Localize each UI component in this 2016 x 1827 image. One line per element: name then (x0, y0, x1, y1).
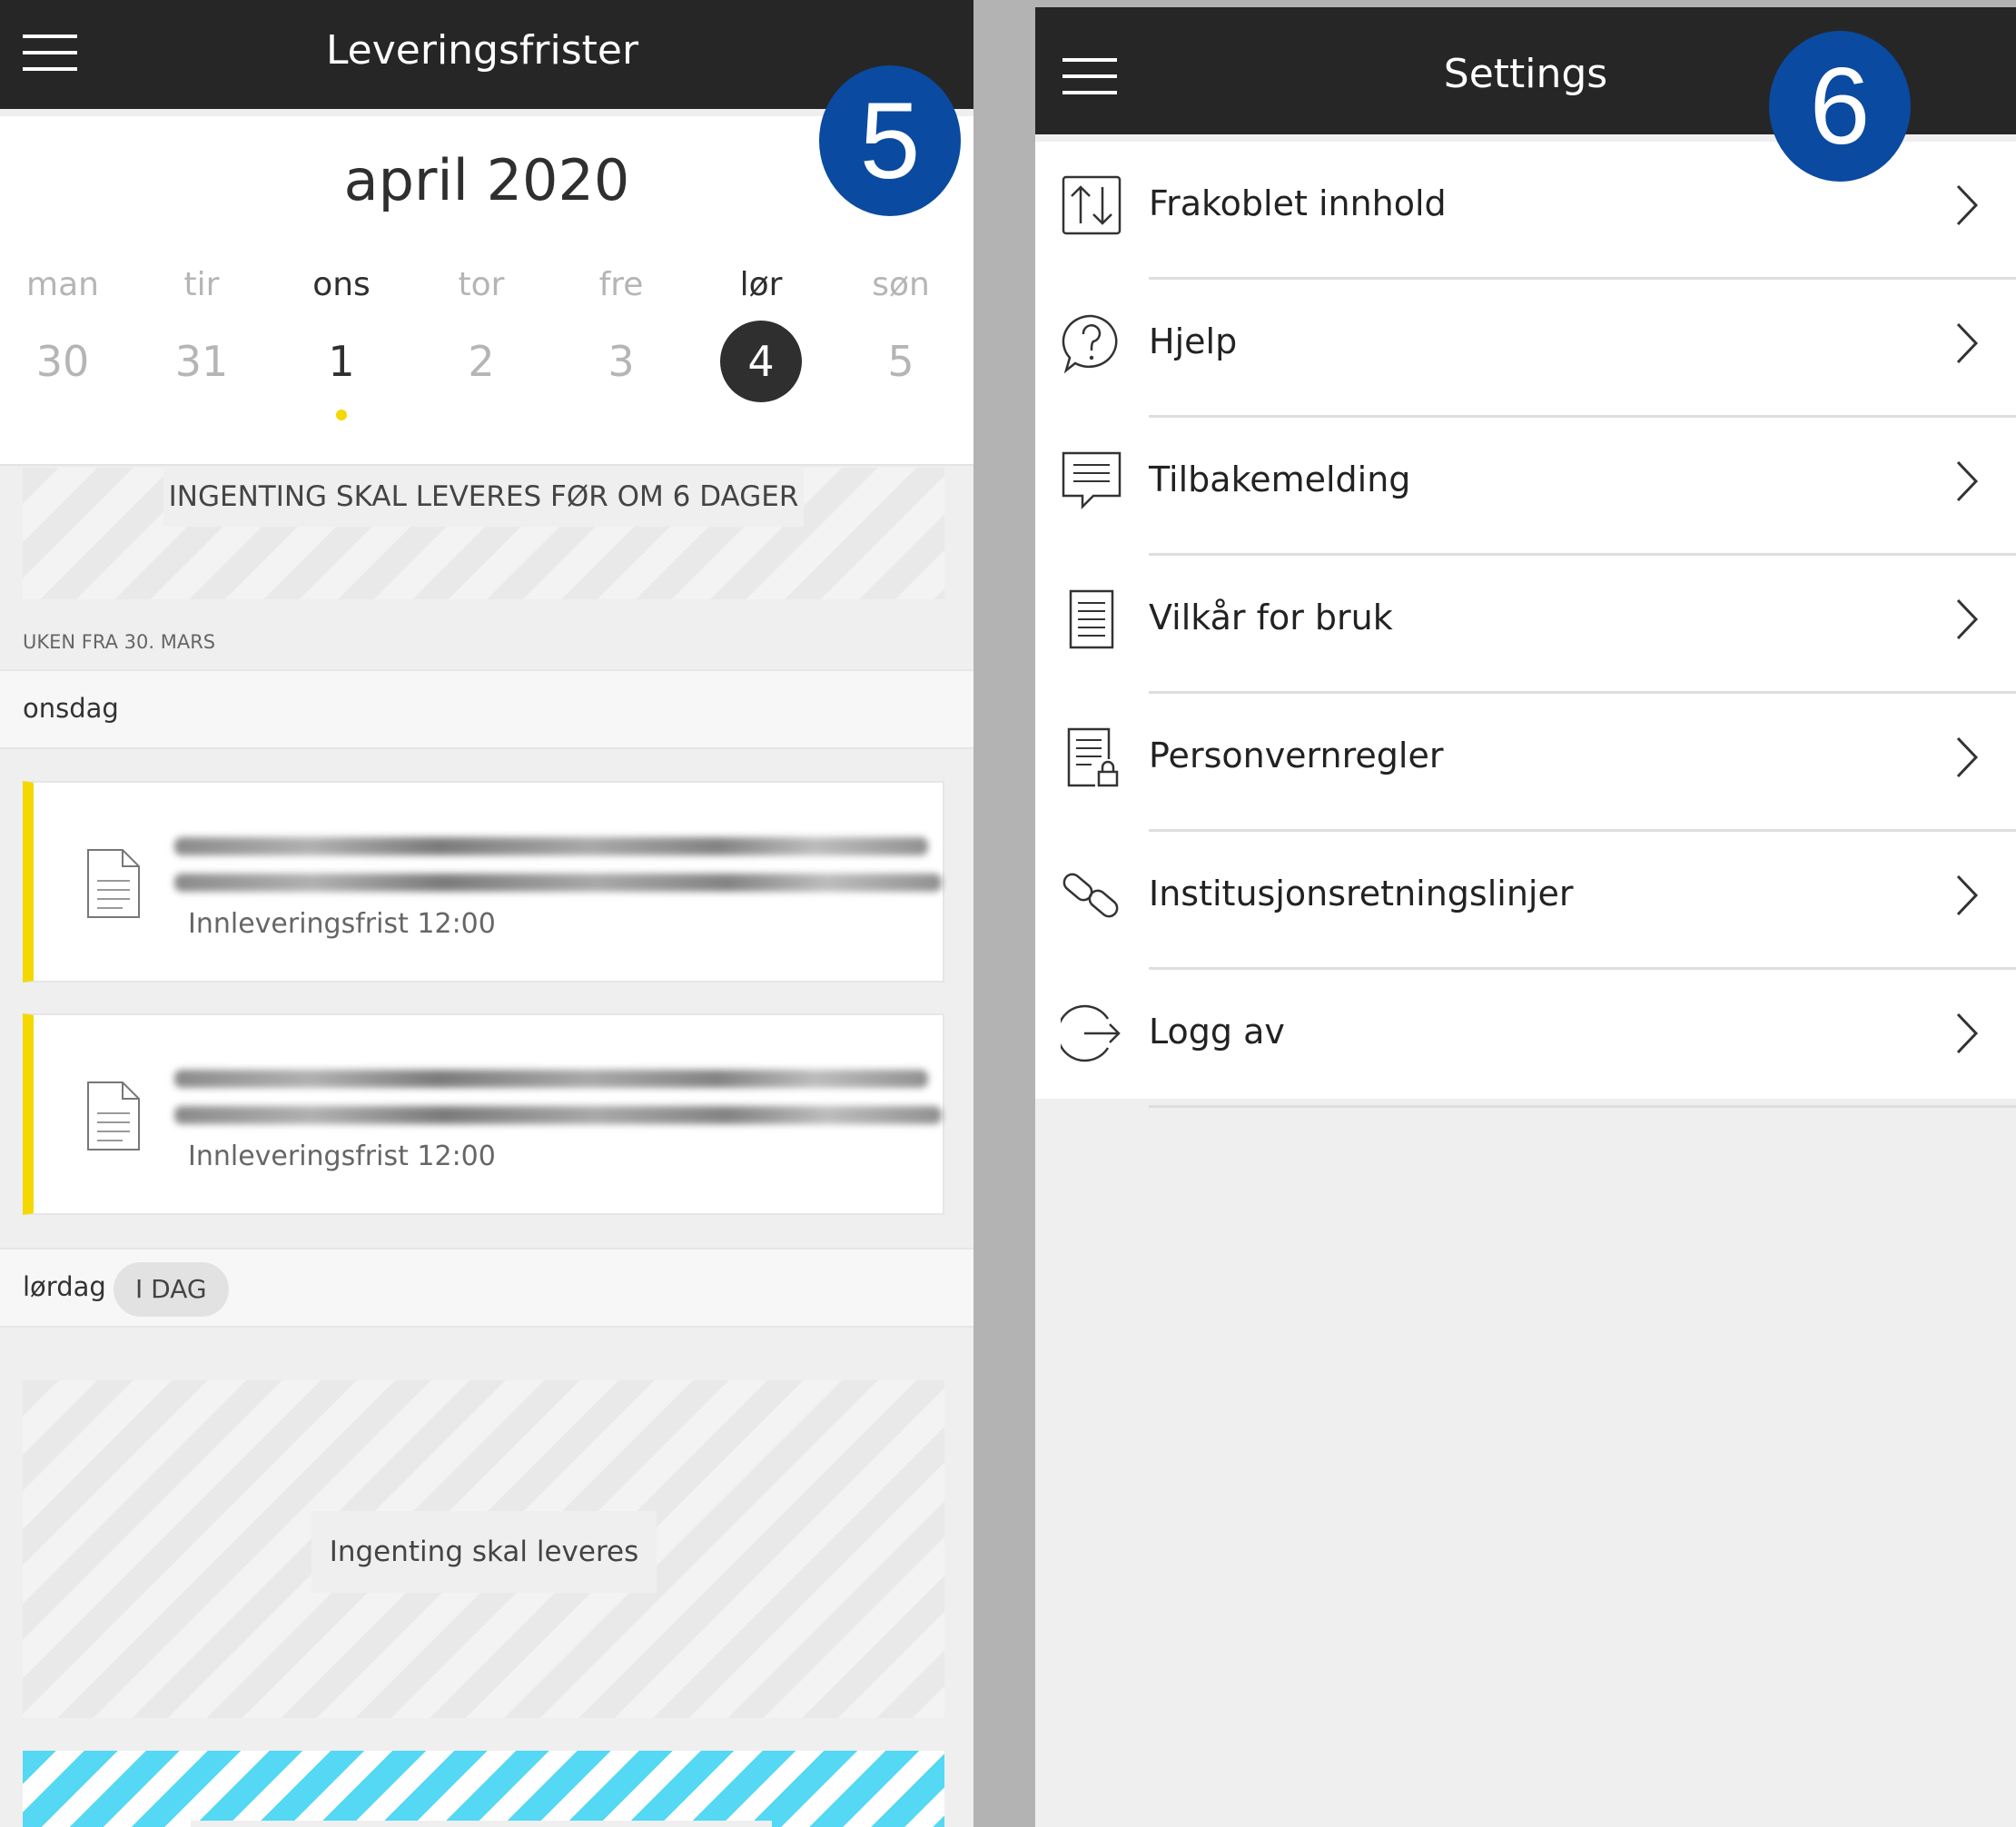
chevron-right-icon (1956, 460, 1979, 502)
step-number-badge: 5 (819, 65, 961, 216)
deadlines-screen: Leveringsfrister april 2020 man 30 tir 3… (0, 0, 973, 1827)
terms-document-icon (1069, 589, 1114, 649)
menu-item-institution-guidelines[interactable]: Institusjonsretningslinjer (1035, 832, 2016, 970)
offline-sync-icon (1062, 175, 1122, 235)
nothing-due-label: INGENTING SKAL LEVERES FØR OM 6 DAGER (163, 468, 804, 527)
menu-item-terms-of-use[interactable]: Vilkår for bruk (1035, 556, 2016, 694)
help-icon (1062, 314, 1118, 374)
calendar-day[interactable]: fre 3 (553, 266, 689, 402)
feedback-icon (1062, 451, 1122, 510)
chevron-right-icon (1956, 1012, 1979, 1054)
nothing-due-today-label: Ingenting skal leveres (311, 1511, 657, 1593)
calendar-day[interactable]: tor 2 (413, 266, 549, 402)
calendar-day-selected[interactable]: lør 4 (693, 266, 829, 402)
document-icon (87, 1081, 140, 1151)
chevron-right-icon (1956, 874, 1979, 916)
chevron-right-icon (1956, 184, 1979, 226)
decorative-stripe (23, 1751, 944, 1827)
assignment-item[interactable]: Innleveringsfrist 12:00 (23, 1013, 944, 1215)
settings-menu: Frakoblet innhold Hjelp Tilbakemelding V… (1035, 142, 2016, 1108)
logout-icon (1061, 1004, 1121, 1062)
deadline-text: Innleveringsfrist 12:00 (188, 1141, 496, 1172)
settings-screen: Settings Frakoblet innhold Hjelp Tilbake… (1035, 7, 2016, 1827)
page-title: Leveringsfrister (325, 27, 639, 74)
deadline-text: Innleveringsfrist 12:00 (188, 908, 496, 940)
link-icon (1062, 873, 1119, 918)
week-label: UKEN FRA 30. MARS (23, 631, 216, 653)
calendar-day[interactable]: ons 1 (273, 266, 410, 420)
privacy-document-icon (1067, 727, 1119, 787)
menu-item-privacy-policy[interactable]: Personvernregler (1035, 694, 2016, 832)
redacted-title (174, 1070, 928, 1088)
menu-item-log-out[interactable]: Logg av (1035, 970, 2016, 1108)
document-icon (87, 849, 140, 918)
redacted-title (174, 874, 942, 892)
redacted-title (174, 1106, 942, 1124)
calendar-day[interactable]: tir 31 (133, 266, 270, 402)
calendar-day[interactable]: søn 5 (833, 266, 969, 402)
nothing-due-today-banner: Ingenting skal leveres (23, 1380, 944, 1718)
nothing-due-banner: INGENTING SKAL LEVERES FØR OM 6 DAGER (23, 468, 944, 599)
redacted-title (174, 837, 928, 855)
deadline-dot-indicator (336, 410, 347, 420)
menu-item-help[interactable]: Hjelp (1035, 280, 2016, 418)
assignment-item[interactable]: Innleveringsfrist 12:00 (23, 781, 944, 983)
chevron-right-icon (1956, 736, 1979, 778)
day-section-header: lørdag I DAG (0, 1248, 973, 1328)
today-badge: I DAG (114, 1262, 229, 1317)
step-number-badge: 6 (1769, 31, 1911, 182)
chevron-right-icon (1956, 598, 1979, 640)
calendar-day[interactable]: man 30 (0, 266, 131, 402)
top-bar: Leveringsfrister (0, 0, 973, 109)
menu-item-feedback[interactable]: Tilbakemelding (1035, 418, 2016, 556)
chevron-right-icon (1956, 322, 1979, 364)
day-section-header: onsdag (0, 669, 973, 749)
